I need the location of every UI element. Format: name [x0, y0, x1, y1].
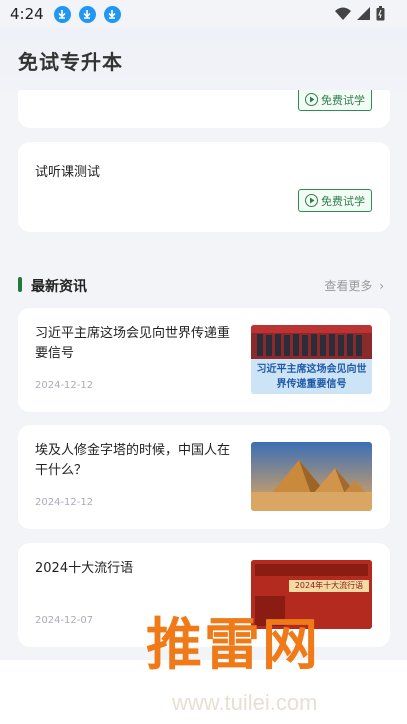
free-trial-button[interactable]: 免费试学 [298, 90, 372, 111]
free-trial-label: 免费试学 [321, 93, 365, 107]
free-trial-label: 免费试学 [321, 194, 365, 208]
course-title: 试听课测试 [35, 165, 101, 180]
course-card[interactable]: 免费试学 [18, 90, 390, 128]
main-content[interactable]: 免费试学 试听课测试 免费试学 最新资讯 查看更多 › 习近平主席这场会见向世界… [0, 90, 407, 660]
app-header: 免试专升本 [0, 28, 407, 90]
watermark: 推雷网 www.tuilei.com [140, 600, 407, 724]
news-item[interactable]: 埃及人修金字塔的时候，中国人在干什么？ 2024-12-12 [18, 425, 390, 529]
course-card[interactable]: 试听课测试 免费试学 [18, 142, 390, 232]
thumbnail-caption: 2024年十大流行语 [294, 581, 364, 590]
status-time: 4:24 [10, 5, 44, 23]
news-title: 2024十大流行语 [35, 561, 134, 576]
status-icons [335, 6, 385, 21]
news-date: 2024-12-12 [35, 380, 94, 391]
play-icon [305, 93, 318, 106]
signal-icon [357, 7, 370, 20]
news-date: 2024-12-12 [35, 497, 94, 508]
free-trial-button[interactable]: 免费试学 [298, 189, 372, 212]
battery-icon [376, 6, 385, 21]
chevron-right-icon: › [379, 279, 384, 293]
download-icon [53, 5, 71, 23]
news-section-header: 最新资讯 查看更多 › [18, 274, 390, 296]
thumbnail-caption: 习近平主席这场会见向世界传递重要信号 [256, 364, 367, 390]
download-icon [78, 5, 96, 23]
watermark-brand: 推雷网 [146, 613, 320, 678]
page-title: 免试专升本 [18, 50, 123, 74]
download-icon [103, 5, 121, 23]
news-item[interactable]: 习近平主席这场会见向世界传递重要信号 2024-12-12 习近平主席这场会见向… [18, 308, 390, 412]
view-more-label: 查看更多 [324, 279, 373, 293]
news-title: 习近平主席这场会见向世界传递重要信号 [35, 326, 231, 361]
section-title: 最新资讯 [31, 279, 87, 295]
view-more-link[interactable]: 查看更多 › [324, 277, 384, 294]
news-thumbnail [251, 442, 372, 511]
watermark-url: www.tuilei.com [172, 690, 318, 715]
news-thumbnail: 习近平主席这场会见向世界传递重要信号 [251, 325, 372, 394]
section-accent-bar [18, 277, 22, 292]
news-date: 2024-12-07 [35, 615, 94, 626]
status-bar: 4:24 [0, 0, 407, 28]
wifi-icon [335, 7, 351, 20]
news-title: 埃及人修金字塔的时候，中国人在干什么？ [35, 443, 231, 478]
play-icon [305, 194, 318, 207]
